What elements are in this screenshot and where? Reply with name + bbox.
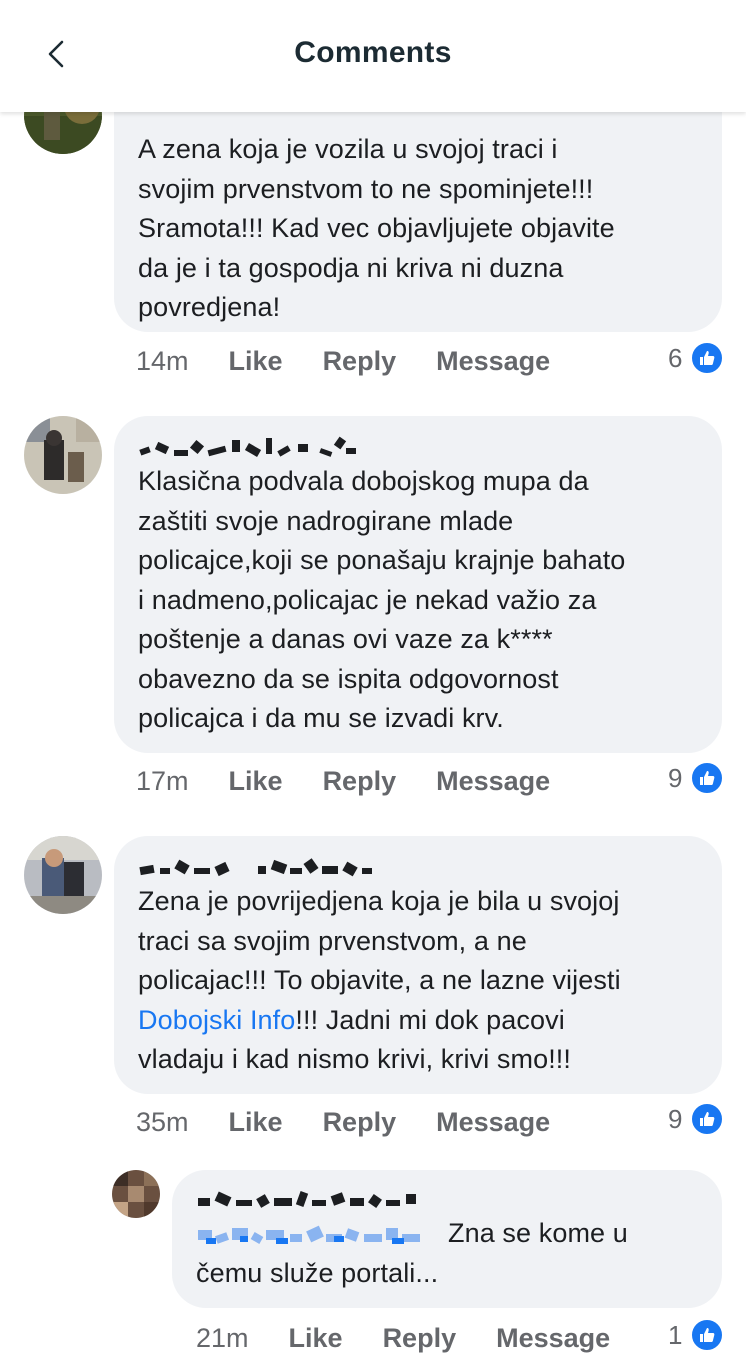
avatar[interactable] xyxy=(24,416,102,494)
author-name-redacted xyxy=(196,1180,698,1214)
reply-button[interactable]: Reply xyxy=(323,766,397,797)
top-bar: Comments xyxy=(0,0,746,112)
comment-bubble: Zena je povrijedjena koja je bila u svoj… xyxy=(114,836,722,1094)
reaction-count[interactable]: 6 xyxy=(668,341,725,375)
reply-bubble: Zna se kome u čemu služe portali... xyxy=(172,1170,722,1308)
message-button[interactable]: Message xyxy=(436,766,550,797)
avatar[interactable] xyxy=(24,836,102,914)
reaction-count[interactable]: 9 xyxy=(668,1102,725,1136)
comment-text: Zena je povrijedjena koja je bila u svoj… xyxy=(138,886,621,1074)
author-name-redacted xyxy=(138,848,698,882)
message-button[interactable]: Message xyxy=(436,346,550,377)
thumbs-up-icon xyxy=(690,1102,725,1136)
page-title: Comments xyxy=(294,36,452,69)
comment-time: 21m xyxy=(196,1322,249,1353)
like-button[interactable]: Like xyxy=(229,1107,283,1138)
like-button[interactable]: Like xyxy=(229,766,283,797)
reply-actions: 21m Like Reply Message xyxy=(196,1320,650,1356)
comment-actions: 17m Like Reply Message xyxy=(136,763,590,799)
message-button[interactable]: Message xyxy=(436,1107,550,1138)
comment-time: 17m xyxy=(136,765,189,796)
thumbs-up-icon xyxy=(690,1318,725,1352)
comment-text: A zena koja je vozila u svojoj traci i s… xyxy=(138,134,615,322)
reaction-count[interactable]: 9 xyxy=(668,761,725,795)
reply-button[interactable]: Reply xyxy=(323,1107,397,1138)
reaction-count[interactable]: 1 xyxy=(668,1318,725,1352)
comment-time: 14m xyxy=(136,345,189,376)
redacted-mention xyxy=(198,1225,420,1244)
page-mention-link[interactable]: Dobojski Info xyxy=(138,1005,295,1035)
thumbs-up-icon xyxy=(690,761,725,795)
comment-actions: 35m Like Reply Message xyxy=(136,1104,590,1140)
comment-bubble: Klasična podvala dobojskog mupa da zašti… xyxy=(114,416,722,753)
reply-button[interactable]: Reply xyxy=(323,346,397,377)
like-button[interactable]: Like xyxy=(289,1323,343,1354)
reply-text: Zna se kome u čemu služe portali... xyxy=(196,1214,698,1293)
thumbs-up-icon xyxy=(690,341,725,375)
avatar[interactable] xyxy=(112,1170,160,1218)
comment-text: Klasična podvala dobojskog mupa da zašti… xyxy=(138,466,626,733)
like-button[interactable]: Like xyxy=(229,346,283,377)
comment-time: 35m xyxy=(136,1106,189,1137)
message-button[interactable]: Message xyxy=(496,1323,610,1354)
reply-button[interactable]: Reply xyxy=(383,1323,457,1354)
author-name-redacted xyxy=(138,428,698,462)
comment-actions: 14m Like Reply Message xyxy=(136,343,590,379)
